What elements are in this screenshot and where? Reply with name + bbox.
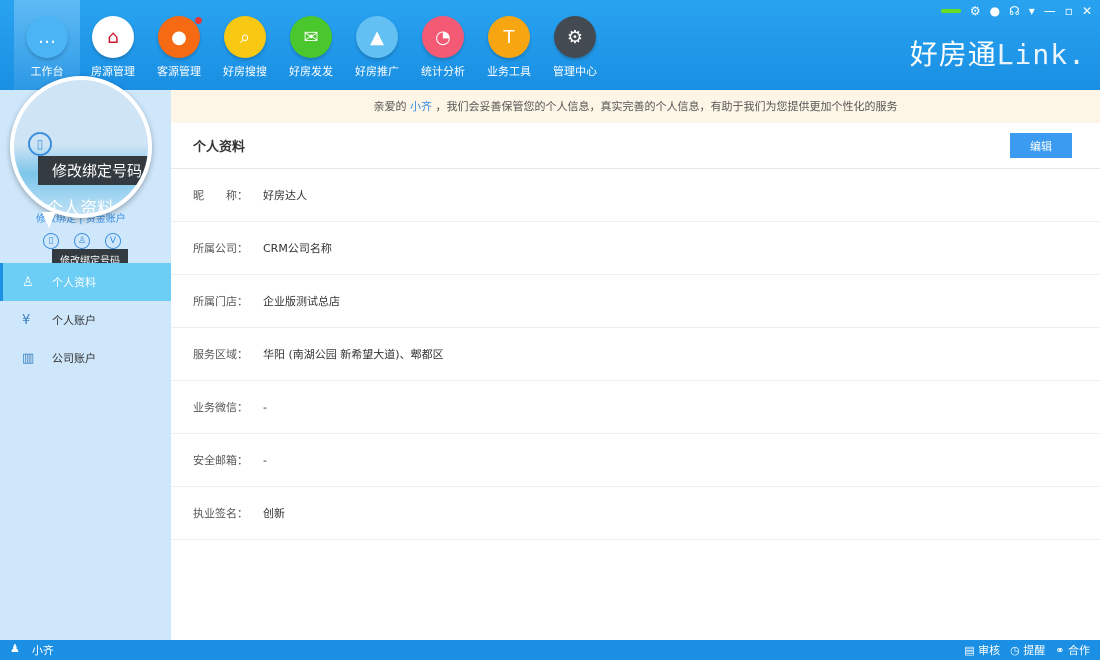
user-icon[interactable]: ♙ [74,233,90,249]
gear-icon: ⚙ [554,16,596,58]
magnifier-tail [42,212,56,228]
field-label: 昵 称： [193,187,263,203]
dropdown-icon[interactable]: ▾ [1029,4,1035,18]
notice-pre: 亲爱的 [374,100,411,113]
nav-label: 房源管理 [91,63,135,79]
nav-item[interactable]: ⚙ 管理中心 [542,0,608,90]
menu-icon: ♙ [22,275,40,290]
nav-label: 工作台 [31,63,64,79]
nav-item[interactable]: ◔ 统计分析 [410,0,476,90]
logo-cn: 好房通 [910,38,997,71]
field-row: 昵 称：好房达人 [171,169,1100,222]
window-controls: ⚙ ● ☊ ▾ — ▫ ✕ [941,4,1092,18]
maximize-button[interactable]: ▫ [1065,4,1073,18]
sidebar-item-label: 公司账户 [52,350,96,366]
main-nav: … 工作台 ⌂ 房源管理 ● 客源管理 ⌕ 好房搜搜 ✉ 好房发发 ▲ 好房推广 ◔ 统计分析 T 业务工具 ⚙… [14,0,608,90]
sidebar-item[interactable]: ♙ 个人资料 [0,263,171,301]
field-label: 安全邮箱： [193,452,263,468]
notice-banner: 亲爱的 小齐 ，我们会妥善保管您的个人信息，真实完善的个人信息，有助于我们为您提… [171,90,1100,123]
nav-item[interactable]: ● 客源管理 [146,0,212,90]
status-user[interactable]: 小齐 [32,642,54,658]
field-value: 华阳 (南湖公园 新希望大道)、郫都区 [263,346,444,362]
field-value: - [263,401,267,414]
close-button[interactable]: ✕ [1082,4,1092,18]
field-label: 所属门店： [193,293,263,309]
field-row: 安全邮箱：- [171,434,1100,487]
field-label: 业务微信： [193,399,263,415]
nav-label: 统计分析 [421,63,465,79]
rocket-icon: ▲ [356,16,398,58]
nav-label: 好房推广 [355,63,399,79]
status-bar-icon[interactable] [941,9,961,13]
sidebar-item-label: 个人资料 [52,274,96,290]
house-icon: ⌂ [92,16,134,58]
notice-user: 小齐 [410,100,432,113]
field-value: 企业版测试总店 [263,293,340,309]
sidebar-item[interactable]: ▥ 公司账户 [0,339,171,377]
panel-title: 个人资料 [193,136,245,155]
settings-icon[interactable]: ⚙ [970,4,981,18]
status-bar: ♟ 小齐 ▤ 审核 ◷ 提醒 ⚭ 合作 [0,640,1100,660]
notice-post: ，我们会妥善保管您的个人信息，真实完善的个人信息，有助于我们为您提供更加个性化的… [432,100,898,113]
nav-label: 好房搜搜 [223,63,267,79]
nav-item[interactable]: ✉ 好房发发 [278,0,344,90]
top-bar: … 工作台 ⌂ 房源管理 ● 客源管理 ⌕ 好房搜搜 ✉ 好房发发 ▲ 好房推广 ◔ 统计分析 T 业务工具 ⚙… [0,0,1100,90]
magnified-tooltip: 修改绑定号码 [38,156,152,185]
support-icon[interactable]: ☊ [1009,4,1020,18]
logo: 好房通Link. [910,33,1086,73]
phone-icon: ▯ [28,132,52,156]
status-cooperate[interactable]: ⚭ 合作 [1055,642,1090,658]
nav-label: 客源管理 [157,63,201,79]
field-row: 业务微信：- [171,381,1100,434]
nav-item[interactable]: T 业务工具 [476,0,542,90]
cooperate-label: 合作 [1068,644,1090,657]
search-icon: ⌕ [224,16,266,58]
nav-item[interactable]: ▲ 好房推广 [344,0,410,90]
sidebar-item[interactable]: ¥ 个人账户 [0,301,171,339]
sidebar-item-label: 个人账户 [52,312,96,328]
logo-en: Link. [997,38,1086,71]
status-reminder[interactable]: ◷ 提醒 [1010,642,1045,658]
reminder-label: 提醒 [1023,644,1045,657]
review-label: 审核 [978,644,1000,657]
status-review[interactable]: ▤ 审核 [964,642,1000,658]
chat-bubble-icon: … [26,16,68,58]
magnifier-overlay: ▯ 修改绑定号码 个人资料 [10,76,152,218]
field-row: 所属公司：CRM公司名称 [171,222,1100,275]
main-content: 亲爱的 小齐 ，我们会妥善保管您的个人信息，真实完善的个人信息，有助于我们为您提… [171,90,1100,640]
message-icon[interactable]: ● [990,4,1000,18]
hammer-icon: T [488,16,530,58]
nav-item[interactable]: ⌕ 好房搜搜 [212,0,278,90]
field-label: 服务区域： [193,346,263,362]
field-value: CRM公司名称 [263,240,332,256]
menu-icon: ¥ [22,313,40,328]
field-label: 执业签名： [193,505,263,521]
nav-label: 好房发发 [289,63,333,79]
field-value: 好房达人 [263,187,307,203]
nav-label: 管理中心 [553,63,597,79]
field-value: - [263,454,267,467]
notification-dot [195,17,202,24]
menu-icon: ▥ [22,351,40,366]
minimize-button[interactable]: — [1044,4,1056,18]
field-row: 执业签名：创新 [171,487,1100,540]
field-row: 所属门店：企业版测试总店 [171,275,1100,328]
verified-icon[interactable]: V [105,233,121,249]
field-row: 服务区域：华阳 (南湖公园 新希望大道)、郫都区 [171,328,1100,381]
field-label: 所属公司： [193,240,263,256]
field-value: 创新 [263,505,285,521]
person-icon: ● [158,16,200,58]
envelope-icon: ✉ [290,16,332,58]
user-icon: ♟ [10,642,20,658]
phone-icon[interactable]: ▯ [43,233,59,249]
pie-chart-icon: ◔ [422,16,464,58]
nav-label: 业务工具 [487,63,531,79]
edit-button[interactable]: 编辑 [1010,133,1072,158]
